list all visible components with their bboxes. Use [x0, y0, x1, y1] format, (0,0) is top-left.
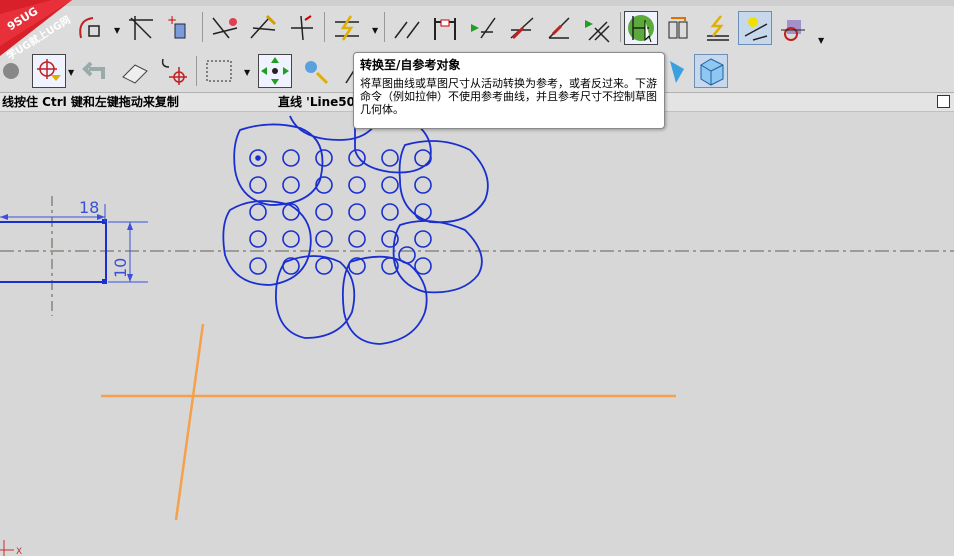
- convert-reference-button[interactable]: [624, 11, 658, 45]
- line-button[interactable]: [336, 54, 361, 88]
- snap-point-button[interactable]: [156, 54, 190, 88]
- select-connected-button[interactable]: [296, 54, 330, 88]
- create-inferred-button[interactable]: [738, 11, 772, 45]
- select-all-icon: [261, 57, 289, 85]
- view-orient-button[interactable]: [694, 54, 728, 88]
- crosshair-icon: [161, 58, 187, 85]
- chevron-down-icon[interactable]: ▼: [244, 68, 250, 77]
- status-hint-text: 线按住 Ctrl 键和左键拖动来复制: [2, 95, 179, 109]
- sketch-canvas[interactable]: 18 10 X: [0, 112, 954, 556]
- fillet-button[interactable]: [466, 11, 500, 45]
- separator: [196, 56, 197, 86]
- reference-line-vertical[interactable]: [174, 323, 205, 521]
- chevron-down-icon[interactable]: ▼: [114, 26, 120, 35]
- inferred-constraints-button[interactable]: [700, 11, 734, 45]
- eraser-icon: [122, 64, 148, 84]
- sketch-curve-toolbar: ▼ + ▼ ▼: [0, 6, 954, 51]
- chevron-down-icon[interactable]: ▼: [818, 36, 824, 45]
- hole-pattern[interactable]: [249, 149, 432, 275]
- svg-text:+: +: [167, 13, 177, 27]
- separator: [620, 12, 621, 42]
- cube-icon: [700, 58, 724, 86]
- quick-extend-icon: [335, 15, 359, 41]
- alternate-solution-button[interactable]: [662, 11, 696, 45]
- corner-icon: [212, 17, 238, 39]
- separator: [202, 12, 203, 42]
- selection-rectangle-icon: [206, 60, 232, 82]
- make-corner-icon: [394, 21, 420, 39]
- perpendicular-icon: [548, 17, 570, 39]
- tooltip: 转换至/自参考对象 将草图曲线或草图尺寸从活动转换为参考，或者反过来。下游命令（…: [353, 52, 665, 129]
- height-dimension-label: 10: [111, 258, 130, 278]
- chevron-down-icon[interactable]: ▼: [372, 26, 378, 35]
- quick-trim-button[interactable]: [284, 11, 318, 45]
- quick-extend-button[interactable]: [330, 11, 364, 45]
- x-axis-label: X: [16, 547, 22, 556]
- make-corner-button[interactable]: [390, 11, 424, 45]
- inferred-constraints-icon: [707, 15, 729, 41]
- auto-dimension-icon: [781, 20, 805, 41]
- perpendicular-button[interactable]: [542, 11, 576, 45]
- convert-reference-icon: [628, 15, 654, 43]
- tooltip-body: 将草图曲线或草图尺寸从活动转换为参考，或者反过来。下游命令（例如拉伸）不使用参考…: [360, 77, 657, 116]
- height-dimension[interactable]: 10: [108, 221, 148, 283]
- select-connected-icon: [305, 61, 329, 85]
- quick-trim-icon: [291, 15, 313, 41]
- relations-button[interactable]: [580, 11, 614, 45]
- selection-info-text: 直线 'Line50: [278, 95, 355, 109]
- constraint-icon: [434, 18, 456, 40]
- chevron-down-icon[interactable]: ▼: [68, 68, 74, 77]
- chamfer-button[interactable]: [504, 11, 538, 45]
- rectangle-select-button[interactable]: [202, 54, 236, 88]
- constraint-button[interactable]: [428, 11, 462, 45]
- maximize-icon[interactable]: [937, 95, 950, 108]
- tooltip-title: 转换至/自参考对象: [360, 58, 461, 72]
- chamfer-icon: [510, 17, 534, 40]
- offset-curve-icon: +: [167, 13, 186, 39]
- mirror-icon: [250, 14, 277, 39]
- width-dimension-label: 18: [79, 198, 99, 217]
- select-all-button[interactable]: [258, 54, 292, 88]
- eraser-button[interactable]: [118, 54, 152, 88]
- separator: [324, 12, 325, 42]
- trim-corner-button[interactable]: [208, 11, 242, 45]
- alternate-solution-icon: [668, 17, 688, 39]
- rectangle-icon: [129, 16, 153, 40]
- axis-triad: X: [0, 540, 22, 556]
- watermark-logo: 9SUG 学UG就上UG网: [0, 0, 73, 60]
- create-inferred-icon: [744, 17, 768, 41]
- auto-dimension-button[interactable]: [776, 11, 810, 45]
- separator: [384, 12, 385, 42]
- relations-icon: [585, 20, 610, 43]
- offset-curve-button[interactable]: +: [162, 11, 196, 45]
- mirror-button[interactable]: [246, 11, 280, 45]
- fillet-icon: [471, 17, 496, 39]
- rectangle-button[interactable]: [124, 11, 158, 45]
